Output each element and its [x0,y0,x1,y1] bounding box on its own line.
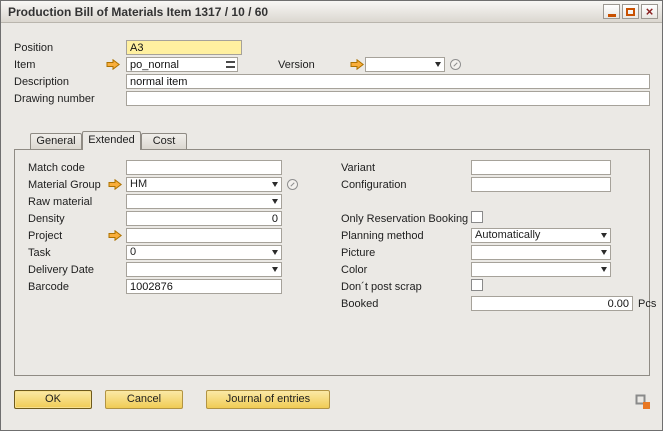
chevron-down-icon [601,267,607,272]
task-dropdown-value: 0 [130,246,136,258]
density-input[interactable] [126,211,282,226]
position-label: Position [14,42,53,54]
material-group-dropdown[interactable]: HM [126,177,282,192]
item-label: Item [14,59,35,71]
delivery-date-dropdown[interactable] [126,262,282,277]
task-label: Task [28,247,51,259]
configuration-input[interactable] [471,177,611,192]
project-label: Project [28,230,62,242]
booked-input[interactable] [471,296,633,311]
chevron-down-icon [272,199,278,204]
version-edit-icon[interactable] [450,59,461,70]
planning-method-dropdown-value: Automatically [475,229,540,241]
drawing-number-input[interactable] [126,91,650,106]
material-group-dropdown-value: HM [130,178,147,190]
tab-cost[interactable]: Cost [141,133,187,149]
raw-material-label: Raw material [28,196,92,208]
dont-post-scrap-label: Don´t post scrap [341,281,422,293]
variant-label: Variant [341,162,375,174]
resize-grip-icon[interactable] [635,394,651,410]
picture-dropdown[interactable] [471,245,611,260]
raw-material-dropdown[interactable] [126,194,282,209]
chevron-down-icon [601,233,607,238]
tab-extended[interactable]: Extended [82,131,141,150]
tab-general[interactable]: General [30,133,82,149]
barcode-label: Barcode [28,281,69,293]
picture-label: Picture [341,247,375,259]
drawing-number-label: Drawing number [14,93,95,105]
project-input[interactable] [126,228,282,243]
task-dropdown[interactable]: 0 [126,245,282,260]
position-input[interactable] [126,40,242,55]
ok-button[interactable]: OK [14,390,92,409]
chevron-down-icon [601,250,607,255]
journal-of-entries-button[interactable]: Journal of entries [206,390,330,409]
material-group-link-arrow-icon[interactable] [108,179,122,190]
booked-label: Booked [341,298,378,310]
chevron-down-icon [435,62,441,67]
project-link-arrow-icon[interactable] [108,230,122,241]
material-group-label: Material Group [28,179,101,191]
dont-post-scrap-checkbox[interactable] [471,279,483,291]
production-bom-window: Production Bill of Materials Item 1317 /… [0,0,663,431]
cancel-button[interactable]: Cancel [105,390,183,409]
close-icon: × [646,5,654,18]
window-controls: × [603,4,658,19]
titlebar[interactable]: Production Bill of Materials Item 1317 /… [1,1,662,23]
delivery-date-label: Delivery Date [28,264,94,276]
material-group-edit-icon[interactable] [287,179,298,190]
chevron-down-icon [272,267,278,272]
barcode-input[interactable] [126,279,282,294]
choose-from-list-icon[interactable] [226,61,235,68]
planning-method-label: Planning method [341,230,424,242]
only-reservation-booking-label: Only Reservation Booking [341,213,468,225]
close-button[interactable]: × [641,4,658,19]
description-label: Description [14,76,69,88]
window-title: Production Bill of Materials Item 1317 /… [8,5,268,19]
chevron-down-icon [272,182,278,187]
item-link-arrow-icon[interactable] [106,59,120,70]
maximize-icon [626,8,635,16]
planning-method-dropdown[interactable]: Automatically [471,228,611,243]
version-label: Version [278,59,315,71]
chevron-down-icon [272,250,278,255]
item-input[interactable] [126,57,238,72]
maximize-button[interactable] [622,4,639,19]
version-link-arrow-icon[interactable] [350,59,364,70]
minimize-icon [608,14,616,17]
version-dropdown[interactable] [365,57,445,72]
variant-input[interactable] [471,160,611,175]
minimize-button[interactable] [603,4,620,19]
configuration-label: Configuration [341,179,406,191]
booked-unit-label: Pcs [638,298,656,310]
color-dropdown[interactable] [471,262,611,277]
match-code-input[interactable] [126,160,282,175]
match-code-label: Match code [28,162,85,174]
color-label: Color [341,264,367,276]
only-reservation-booking-checkbox[interactable] [471,211,483,223]
density-label: Density [28,213,65,225]
description-input[interactable] [126,74,650,89]
